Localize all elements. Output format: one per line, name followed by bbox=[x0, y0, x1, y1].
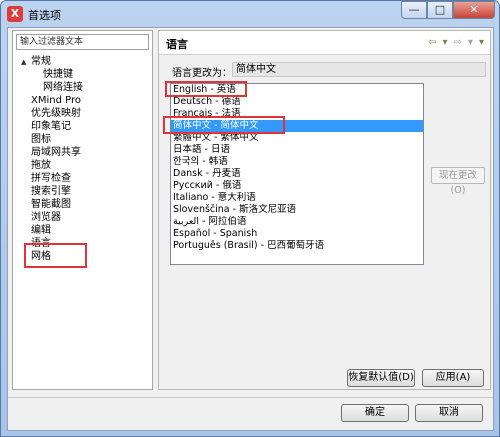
language-option[interactable]: Slovenščina - 斯洛文尼亚语 bbox=[171, 204, 423, 216]
change-language-label: 语言更改为： bbox=[172, 68, 232, 79]
tree-item-label: 局域网共享 bbox=[31, 147, 81, 158]
language-option[interactable]: Italiano - 意大利语 bbox=[171, 192, 423, 204]
tree-item[interactable]: 优先级映射 bbox=[13, 107, 153, 120]
back-menu-chevron-icon[interactable]: ▾ bbox=[443, 37, 448, 48]
language-option[interactable]: 简体中文 - 简体中文 bbox=[171, 120, 423, 132]
tree-item[interactable]: 图标 bbox=[13, 133, 153, 146]
apply-now-button[interactable]: 现在更改(O) bbox=[431, 167, 485, 196]
dialog-client-area: 输入过滤器文本 ▲ 常规 快捷键 网络连接 XMind Pro 优先级映射 印象笔记 图标 局域… bbox=[7, 27, 494, 431]
language-list[interactable]: English - 英语 Deutsch - 德语 Français - 法语 简体中… bbox=[170, 83, 424, 265]
tree-item-label: 搜索引擎 bbox=[31, 186, 71, 197]
xmind-app-icon: X bbox=[7, 6, 23, 22]
tree-item[interactable]: 拼写检查 bbox=[13, 172, 153, 185]
tree-item[interactable]: XMind Pro bbox=[13, 94, 153, 107]
title-bar[interactable]: X 首选项 — □ ✕ bbox=[1, 1, 499, 27]
language-option[interactable]: Español - Spanish bbox=[171, 228, 423, 240]
tree-item-label: 常规 bbox=[31, 56, 51, 67]
language-option[interactable]: 繁體中文 - 繁体中文 bbox=[171, 132, 423, 144]
tree-item[interactable]: 浏览器 bbox=[13, 211, 153, 224]
language-option[interactable]: 日本語 - 日语 bbox=[171, 144, 423, 156]
window-title: 首选项 bbox=[28, 9, 61, 22]
cancel-button[interactable]: 取消 bbox=[415, 404, 483, 422]
language-option[interactable]: Русский - 俄语 bbox=[171, 180, 423, 192]
tree-item[interactable]: 智能截图 bbox=[13, 198, 153, 211]
tree-item[interactable]: 印象笔记 bbox=[13, 120, 153, 133]
language-option[interactable]: Português (Brasil) - 巴西葡萄牙语 bbox=[171, 240, 423, 252]
preference-tree-panel: 输入过滤器文本 ▲ 常规 快捷键 网络连接 XMind Pro 优先级映射 印象笔记 图标 局域… bbox=[12, 30, 153, 390]
apply-button[interactable]: 应用(A) bbox=[422, 369, 484, 387]
language-option[interactable]: Deutsch - 德语 bbox=[171, 96, 423, 108]
preference-tree: ▲ 常规 快捷键 网络连接 XMind Pro 优先级映射 印象笔记 图标 局域网共享 拖放 拼写检… bbox=[13, 55, 153, 263]
preference-page: 语言 ⇦ ▾ ⇨ ▾ ▾ 语言更改为： 简体中文 English - 英语 Deu… bbox=[158, 30, 491, 390]
tree-item-label: 语言 bbox=[31, 238, 51, 249]
minimize-button[interactable]: — bbox=[401, 1, 427, 19]
footer-separator bbox=[8, 397, 493, 398]
ok-button[interactable]: 确定 bbox=[341, 404, 409, 422]
tree-item-label: 快捷键 bbox=[43, 69, 73, 80]
language-option[interactable]: 한국의 - 韩语 bbox=[171, 156, 423, 168]
tree-item[interactable]: 拖放 bbox=[13, 159, 153, 172]
forward-arrow-icon[interactable]: ⇨ bbox=[454, 37, 462, 48]
tree-item-label: 图标 bbox=[31, 134, 51, 145]
tree-item[interactable]: 快捷键 bbox=[13, 68, 153, 81]
tree-item-label: 网络连接 bbox=[43, 82, 83, 93]
tree-item-label: 编辑 bbox=[31, 225, 51, 236]
page-navigation: ⇦ ▾ ⇨ ▾ ▾ bbox=[428, 37, 484, 48]
tree-item[interactable]: 局域网共享 bbox=[13, 146, 153, 159]
language-option[interactable]: English - 英语 bbox=[171, 84, 423, 96]
page-title: 语言 bbox=[166, 38, 188, 51]
tree-item-label: 拖放 bbox=[31, 160, 51, 171]
restore-defaults-button[interactable]: 恢复默认值(D) bbox=[347, 369, 415, 387]
close-button[interactable]: ✕ bbox=[453, 1, 495, 19]
tree-item[interactable]: ▲ 常规 bbox=[13, 55, 153, 68]
filter-input[interactable]: 输入过滤器文本 bbox=[16, 34, 149, 50]
tree-item[interactable]: 语言 bbox=[13, 237, 153, 250]
language-option[interactable]: العربية - 阿拉伯语 bbox=[171, 216, 423, 228]
tree-item-label: 拼写检查 bbox=[31, 173, 71, 184]
tree-item-label: 优先级映射 bbox=[31, 108, 81, 119]
tree-item-label: 网格 bbox=[31, 251, 51, 262]
back-arrow-icon[interactable]: ⇦ bbox=[428, 37, 436, 48]
tree-item-label: 智能截图 bbox=[31, 199, 71, 210]
caption-buttons: — □ ✕ bbox=[401, 1, 495, 21]
change-language-value: 简体中文 bbox=[232, 62, 486, 77]
tree-item-label: XMind Pro bbox=[31, 95, 81, 106]
page-header: 语言 ⇦ ▾ ⇨ ▾ ▾ bbox=[159, 31, 490, 55]
language-option[interactable]: Français - 法语 bbox=[171, 108, 423, 120]
forward-menu-chevron-icon[interactable]: ▾ bbox=[468, 37, 473, 48]
tree-item-label: 印象笔记 bbox=[31, 121, 71, 132]
tree-item-label: 浏览器 bbox=[31, 212, 61, 223]
language-option[interactable]: Dansk - 丹麦语 bbox=[171, 168, 423, 180]
tree-item[interactable]: 搜索引擎 bbox=[13, 185, 153, 198]
tree-item[interactable]: 编辑 bbox=[13, 224, 153, 237]
expand-triangle-icon[interactable]: ▲ bbox=[21, 56, 31, 69]
maximize-button[interactable]: □ bbox=[427, 1, 453, 19]
tree-item[interactable]: 网格 bbox=[13, 250, 153, 263]
view-menu-chevron-icon[interactable]: ▾ bbox=[479, 37, 484, 48]
preferences-window: X 首选项 — □ ✕ 输入过滤器文本 ▲ 常规 快捷键 网络连接 XMind Pro 优… bbox=[0, 0, 500, 437]
tree-item[interactable]: 网络连接 bbox=[13, 81, 153, 94]
